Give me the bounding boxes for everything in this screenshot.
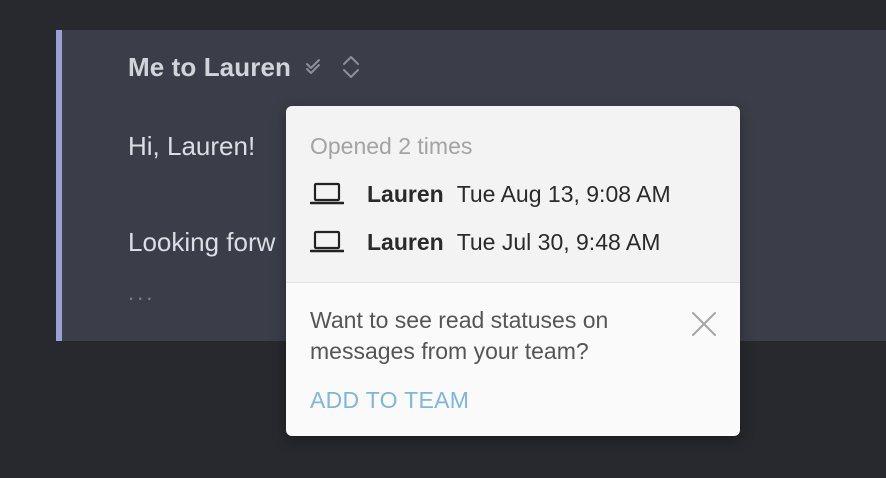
open-timestamp: Tue Aug 13, 9:08 AM: [456, 180, 671, 207]
message-greeting: Hi, Lauren!: [128, 131, 256, 161]
open-event-row: Lauren Tue Jul 30, 9:48 AM: [310, 226, 660, 258]
laptop-icon: [310, 182, 344, 206]
more-content-ellipsis[interactable]: ...: [128, 280, 155, 306]
double-check-icon[interactable]: [305, 57, 325, 77]
reader-name: Lauren: [367, 180, 444, 207]
laptop-icon: [310, 230, 344, 254]
reader-name: Lauren: [367, 228, 444, 255]
opened-count-label: Opened 2 times: [310, 133, 473, 159]
message-preview: Looking forw: [128, 227, 276, 257]
expand-collapse-icon[interactable]: [341, 54, 361, 80]
team-upsell-text: Want to see read statuses on messages fr…: [310, 307, 609, 364]
read-status-popover: Opened 2 times Lauren Tue Aug 13, 9:08 A…: [286, 106, 740, 436]
thread-header: Me to Lauren: [128, 50, 361, 84]
close-icon[interactable]: [690, 310, 718, 338]
open-timestamp: Tue Jul 30, 9:48 AM: [456, 228, 661, 255]
add-to-team-button[interactable]: ADD TO TEAM: [310, 387, 469, 414]
team-upsell-section: Want to see read statuses on messages fr…: [286, 283, 740, 436]
thread-title: Me to Lauren: [128, 51, 291, 82]
open-event-row: Lauren Tue Aug 13, 9:08 AM: [310, 178, 671, 210]
open-history-section: Opened 2 times Lauren Tue Aug 13, 9:08 A…: [286, 106, 740, 283]
